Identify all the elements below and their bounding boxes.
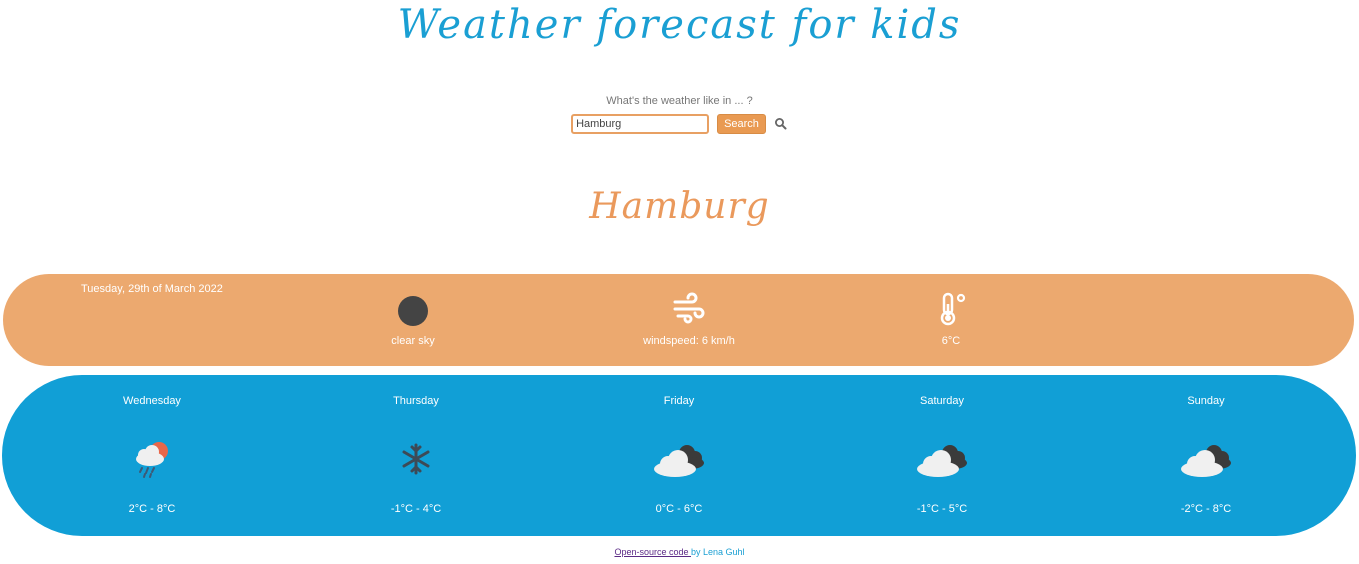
current-condition-label: clear sky <box>391 335 435 347</box>
current-date: Tuesday, 29th of March 2022 <box>81 283 223 295</box>
forecast-day: Wednesday 2°C - 8°C <box>72 375 232 536</box>
forecast-panel: Wednesday 2°C - 8°C Thursday -1°C - 4°C … <box>2 375 1356 536</box>
forecast-day-range: 2°C - 8°C <box>128 503 176 515</box>
clouds-icon <box>914 439 970 484</box>
current-wind: windspeed: 6 km/h <box>609 292 769 347</box>
clouds-icon <box>651 439 707 484</box>
clear-night-icon <box>396 296 430 330</box>
sun-rain-cloud-icon <box>130 439 174 484</box>
search-input[interactable] <box>571 114 710 134</box>
search-section: What's the weather like in ... ? Search <box>0 94 1359 134</box>
forecast-day: Friday 0°C - 6°C <box>599 375 759 536</box>
forecast-day-range: 0°C - 6°C <box>655 503 703 515</box>
forecast-day-name: Friday <box>663 395 695 407</box>
forecast-day-range: -1°C - 4°C <box>390 503 442 515</box>
source-code-link[interactable]: Open-source code <box>614 547 691 557</box>
forecast-day-name: Wednesday <box>123 395 181 407</box>
current-temperature: 6°C <box>871 292 1031 347</box>
wind-icon <box>672 292 706 330</box>
search-button[interactable]: Search <box>717 114 766 134</box>
forecast-day: Sunday -2°C - 8°C <box>1126 375 1286 536</box>
search-row: Search <box>0 114 1359 134</box>
current-wind-label: windspeed: 6 km/h <box>643 335 735 347</box>
search-icon[interactable] <box>774 117 788 131</box>
city-name: Hamburg <box>589 186 770 227</box>
footer-author: by Lena Guhl <box>691 547 745 557</box>
forecast-day-name: Thursday <box>393 395 439 407</box>
snowflake-icon <box>396 439 436 484</box>
forecast-day-range: -2°C - 8°C <box>1180 503 1232 515</box>
current-condition: clear sky <box>333 292 493 347</box>
page: Weather forecast for kids What's the wea… <box>0 0 1359 564</box>
page-title: Weather forecast for kids <box>397 2 962 48</box>
thermometer-icon <box>934 292 968 330</box>
footer: Open-source code by Lena Guhl <box>0 547 1359 557</box>
search-prompt: What's the weather like in ... ? <box>606 95 753 107</box>
current-weather-panel: Tuesday, 29th of March 2022 clear sky wi… <box>3 274 1354 366</box>
forecast-day: Thursday -1°C - 4°C <box>336 375 496 536</box>
forecast-day-name: Sunday <box>1187 395 1225 407</box>
clouds-icon <box>1178 439 1234 484</box>
forecast-day-name: Saturday <box>919 395 965 407</box>
current-temperature-label: 6°C <box>941 335 961 347</box>
forecast-day: Saturday -1°C - 5°C <box>862 375 1022 536</box>
forecast-day-range: -1°C - 5°C <box>916 503 968 515</box>
